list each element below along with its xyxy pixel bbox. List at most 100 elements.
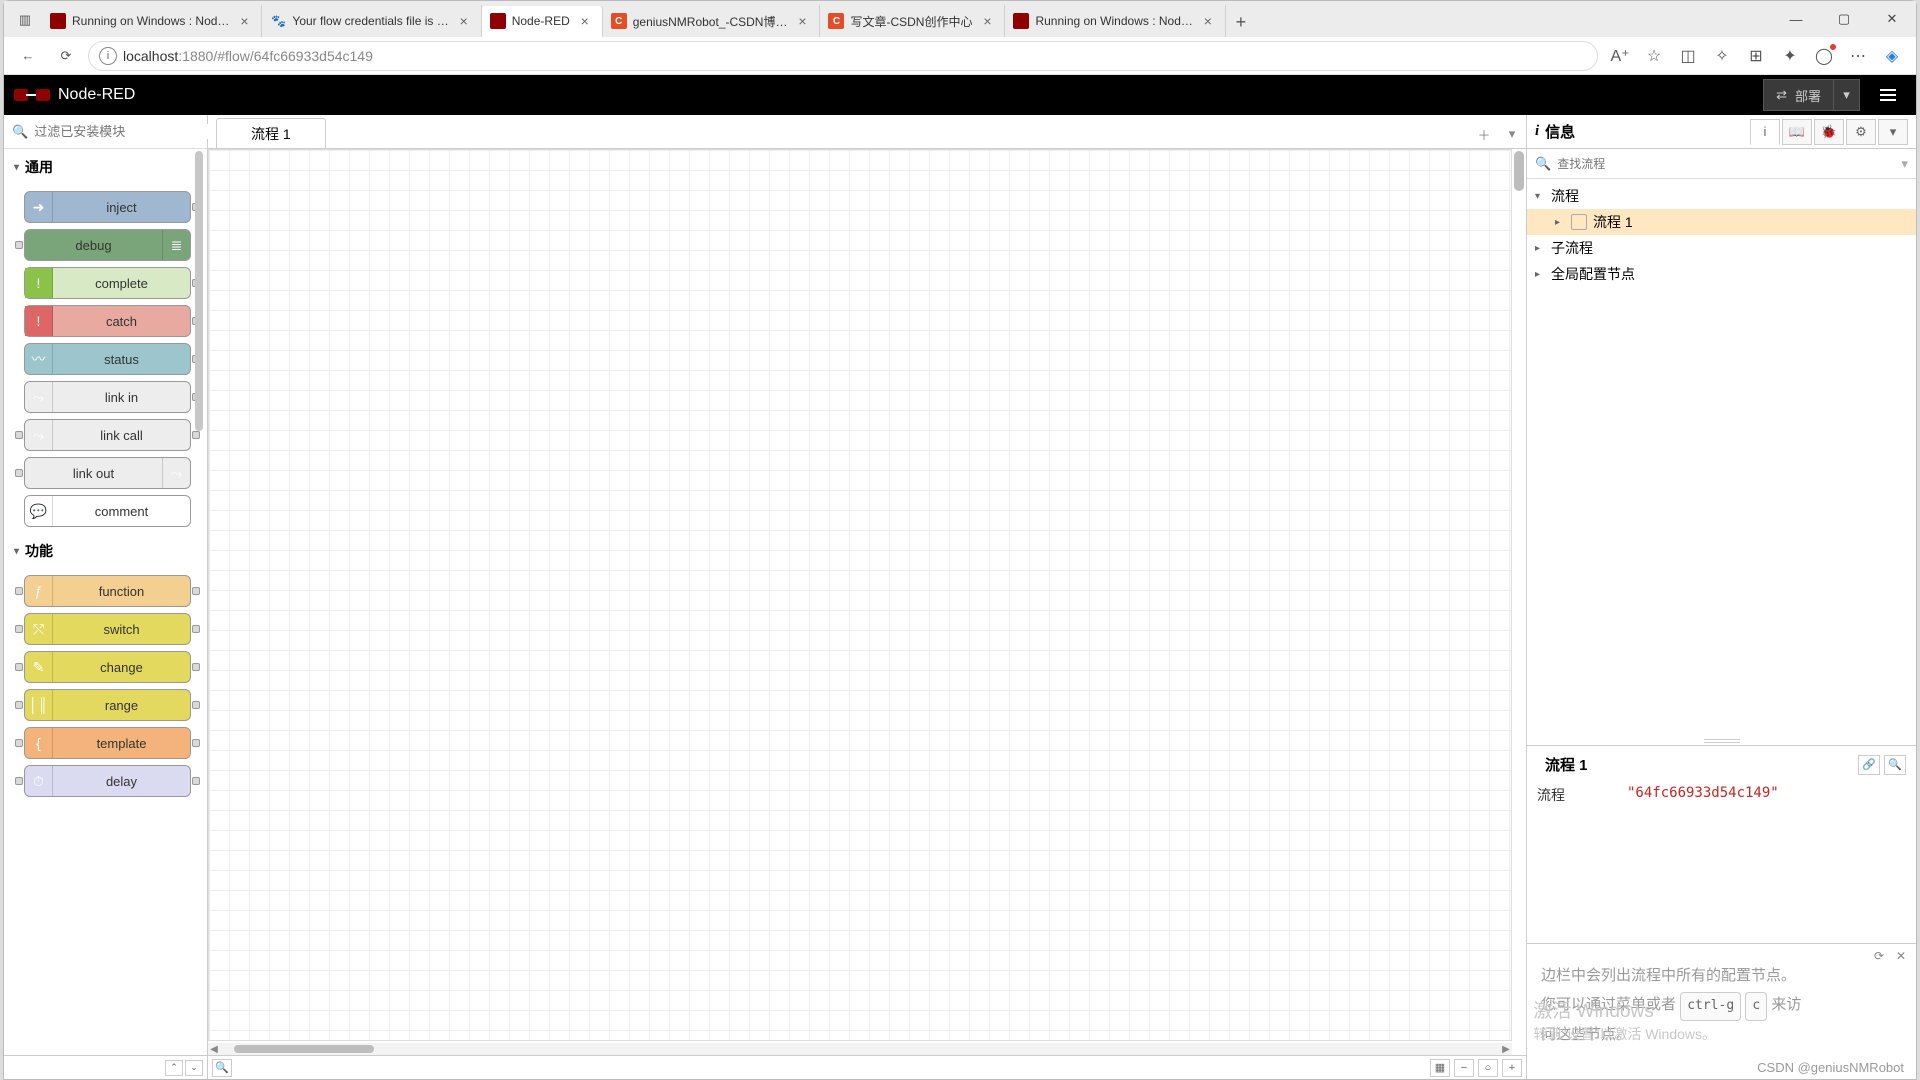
palette-node-comment[interactable]: 💬comment bbox=[24, 495, 191, 527]
node-port-in[interactable] bbox=[15, 663, 23, 671]
chevron-down-icon[interactable]: ▾ bbox=[1901, 156, 1908, 172]
palette-category[interactable]: ▾通用 bbox=[4, 149, 191, 185]
close-icon[interactable]: × bbox=[455, 12, 473, 30]
sidebar-split-handle[interactable] bbox=[1527, 737, 1916, 745]
window-maximize-button[interactable]: ▢ bbox=[1820, 1, 1868, 37]
copilot-icon[interactable]: ◈ bbox=[1876, 40, 1908, 72]
back-button[interactable]: ← bbox=[12, 40, 44, 72]
palette-node-catch[interactable]: !catch bbox=[24, 305, 191, 337]
close-icon[interactable]: × bbox=[576, 12, 594, 30]
split-screen-icon[interactable]: ◫ bbox=[1672, 40, 1704, 72]
info-search-button[interactable]: 🔍 bbox=[1884, 755, 1906, 775]
read-aloud-icon[interactable]: A⁺ bbox=[1604, 40, 1636, 72]
node-port-in[interactable] bbox=[15, 241, 23, 249]
node-port-out[interactable] bbox=[192, 777, 200, 785]
palette-node-range[interactable]: │║range bbox=[24, 689, 191, 721]
tip-refresh-button[interactable]: ⟳ bbox=[1870, 948, 1888, 964]
extensions-icon[interactable]: ✦ bbox=[1774, 40, 1806, 72]
tree-flows[interactable]: ▾流程 bbox=[1527, 183, 1916, 209]
browser-tab-1[interactable]: 🐾 Your flow credentials file is … × bbox=[262, 5, 481, 37]
browser-tab-5[interactable]: Running on Windows : Nod… × bbox=[1005, 5, 1225, 37]
close-icon[interactable]: × bbox=[978, 12, 996, 30]
zoom-out-button[interactable]: − bbox=[1454, 1059, 1474, 1077]
palette-node-switch[interactable]: ⤲switch bbox=[24, 613, 191, 645]
browser-tab-3[interactable]: C geniusNMRobot_-CSDN博… × bbox=[603, 5, 821, 37]
sidebar-search-input[interactable] bbox=[1557, 157, 1895, 171]
palette-search[interactable]: 🔍 bbox=[4, 115, 207, 149]
info-link-button[interactable]: 🔗 bbox=[1858, 755, 1880, 775]
browser-tab-2[interactable]: Node-RED × bbox=[482, 6, 603, 38]
node-port-in[interactable] bbox=[15, 625, 23, 633]
palette-node-status[interactable]: 〰status bbox=[24, 343, 191, 375]
add-flow-button[interactable]: ＋ bbox=[1470, 120, 1498, 148]
deploy-button[interactable]: ⇄ 部署 bbox=[1763, 79, 1834, 111]
palette-category[interactable]: ▾功能 bbox=[4, 533, 191, 569]
tree-subflows[interactable]: ▸子流程 bbox=[1527, 235, 1916, 261]
collections-icon[interactable]: ⊞ bbox=[1740, 40, 1772, 72]
sidebar-tab-debug[interactable]: 🐞 bbox=[1814, 119, 1844, 145]
flow-menu-caret[interactable]: ▾ bbox=[1498, 120, 1526, 148]
palette-scrollbar-thumb[interactable] bbox=[195, 151, 203, 431]
url-box[interactable]: i localhost:1880/#flow/64fc66933d54c149 bbox=[88, 41, 1598, 71]
close-icon[interactable]: × bbox=[793, 12, 811, 30]
site-info-icon[interactable]: i bbox=[99, 47, 117, 65]
node-port-out[interactable] bbox=[192, 431, 200, 439]
palette-node-complete[interactable]: !complete bbox=[24, 267, 191, 299]
sidebar-tab-info[interactable]: i bbox=[1750, 119, 1780, 145]
window-minimize-button[interactable]: — bbox=[1772, 1, 1820, 37]
profile-icon[interactable]: ◯ bbox=[1808, 40, 1840, 72]
hscroll-left-arrow[interactable]: ◀ bbox=[208, 1044, 220, 1055]
node-port-in[interactable] bbox=[15, 587, 23, 595]
main-menu-button[interactable] bbox=[1870, 79, 1906, 111]
flow-canvas[interactable] bbox=[208, 149, 1512, 1041]
favorite-icon[interactable]: ☆ bbox=[1638, 40, 1670, 72]
palette-node-function[interactable]: ƒfunction bbox=[24, 575, 191, 607]
footer-search-button[interactable]: 🔍 bbox=[212, 1059, 232, 1077]
palette-node-delay[interactable]: ⏱delay bbox=[24, 765, 191, 797]
navigator-button[interactable]: ▦ bbox=[1430, 1059, 1450, 1077]
sidebar-tab-help[interactable]: 📖 bbox=[1782, 119, 1812, 145]
palette-search-input[interactable] bbox=[34, 124, 210, 139]
window-close-button[interactable]: ✕ bbox=[1868, 1, 1916, 37]
zoom-in-button[interactable]: + bbox=[1502, 1059, 1522, 1077]
node-port-out[interactable] bbox=[192, 739, 200, 747]
new-tab-button[interactable]: + bbox=[1226, 7, 1256, 37]
palette-node-debug[interactable]: debug≣ bbox=[24, 229, 191, 261]
hscroll-right-arrow[interactable]: ▶ bbox=[1500, 1044, 1512, 1055]
tree-global-config[interactable]: ▸全局配置节点 bbox=[1527, 261, 1916, 287]
workspace-tab-flow1[interactable]: 流程 1 bbox=[216, 118, 326, 148]
node-port-out[interactable] bbox=[192, 587, 200, 595]
node-port-in[interactable] bbox=[15, 431, 23, 439]
sidebar-search[interactable]: 🔍 ▾ bbox=[1527, 149, 1916, 179]
node-port-in[interactable] bbox=[15, 739, 23, 747]
node-port-in[interactable] bbox=[15, 469, 23, 477]
canvas-vscroll-thumb[interactable] bbox=[1514, 151, 1524, 191]
palette-collapse-button[interactable]: ⌃ bbox=[165, 1060, 183, 1076]
palette-node-template[interactable]: {template bbox=[24, 727, 191, 759]
node-port-out[interactable] bbox=[192, 625, 200, 633]
palette-node-change[interactable]: ✎change bbox=[24, 651, 191, 683]
node-port-in[interactable] bbox=[15, 701, 23, 709]
tab-manager-button[interactable]: ▥ bbox=[8, 3, 42, 37]
browser-tab-4[interactable]: C 写文章-CSDN创作中心 × bbox=[820, 5, 1005, 37]
sidebar-tab-menu[interactable]: ▾ bbox=[1878, 119, 1908, 145]
close-icon[interactable]: × bbox=[1199, 12, 1217, 30]
favorites-bar-icon[interactable]: ✧ bbox=[1706, 40, 1738, 72]
palette-node-link-out[interactable]: link out⤳ bbox=[24, 457, 191, 489]
palette-node-inject[interactable]: ➜inject bbox=[24, 191, 191, 223]
browser-tab-0[interactable]: Running on Windows : Nod… × bbox=[42, 5, 262, 37]
more-icon[interactable]: ⋯ bbox=[1842, 40, 1874, 72]
palette-node-link-call[interactable]: ⤳link call bbox=[24, 419, 191, 451]
close-icon[interactable]: × bbox=[235, 12, 253, 30]
canvas-hscroll-thumb[interactable] bbox=[234, 1045, 374, 1053]
zoom-reset-button[interactable]: ○ bbox=[1478, 1059, 1498, 1077]
tree-flow1[interactable]: ▸ 流程 1 bbox=[1527, 209, 1916, 235]
tip-close-button[interactable]: ✕ bbox=[1892, 948, 1910, 964]
sidebar-tab-config[interactable]: ⚙ bbox=[1846, 119, 1876, 145]
refresh-button[interactable]: ⟳ bbox=[50, 40, 82, 72]
node-port-out[interactable] bbox=[192, 701, 200, 709]
deploy-menu-caret[interactable]: ▾ bbox=[1834, 79, 1860, 111]
palette-node-link-in[interactable]: ⤳link in bbox=[24, 381, 191, 413]
node-port-in[interactable] bbox=[15, 777, 23, 785]
palette-list[interactable]: ▾通用 ➜inject debug≣ !complete !catch 〰status ⤳l… bbox=[4, 149, 207, 1055]
